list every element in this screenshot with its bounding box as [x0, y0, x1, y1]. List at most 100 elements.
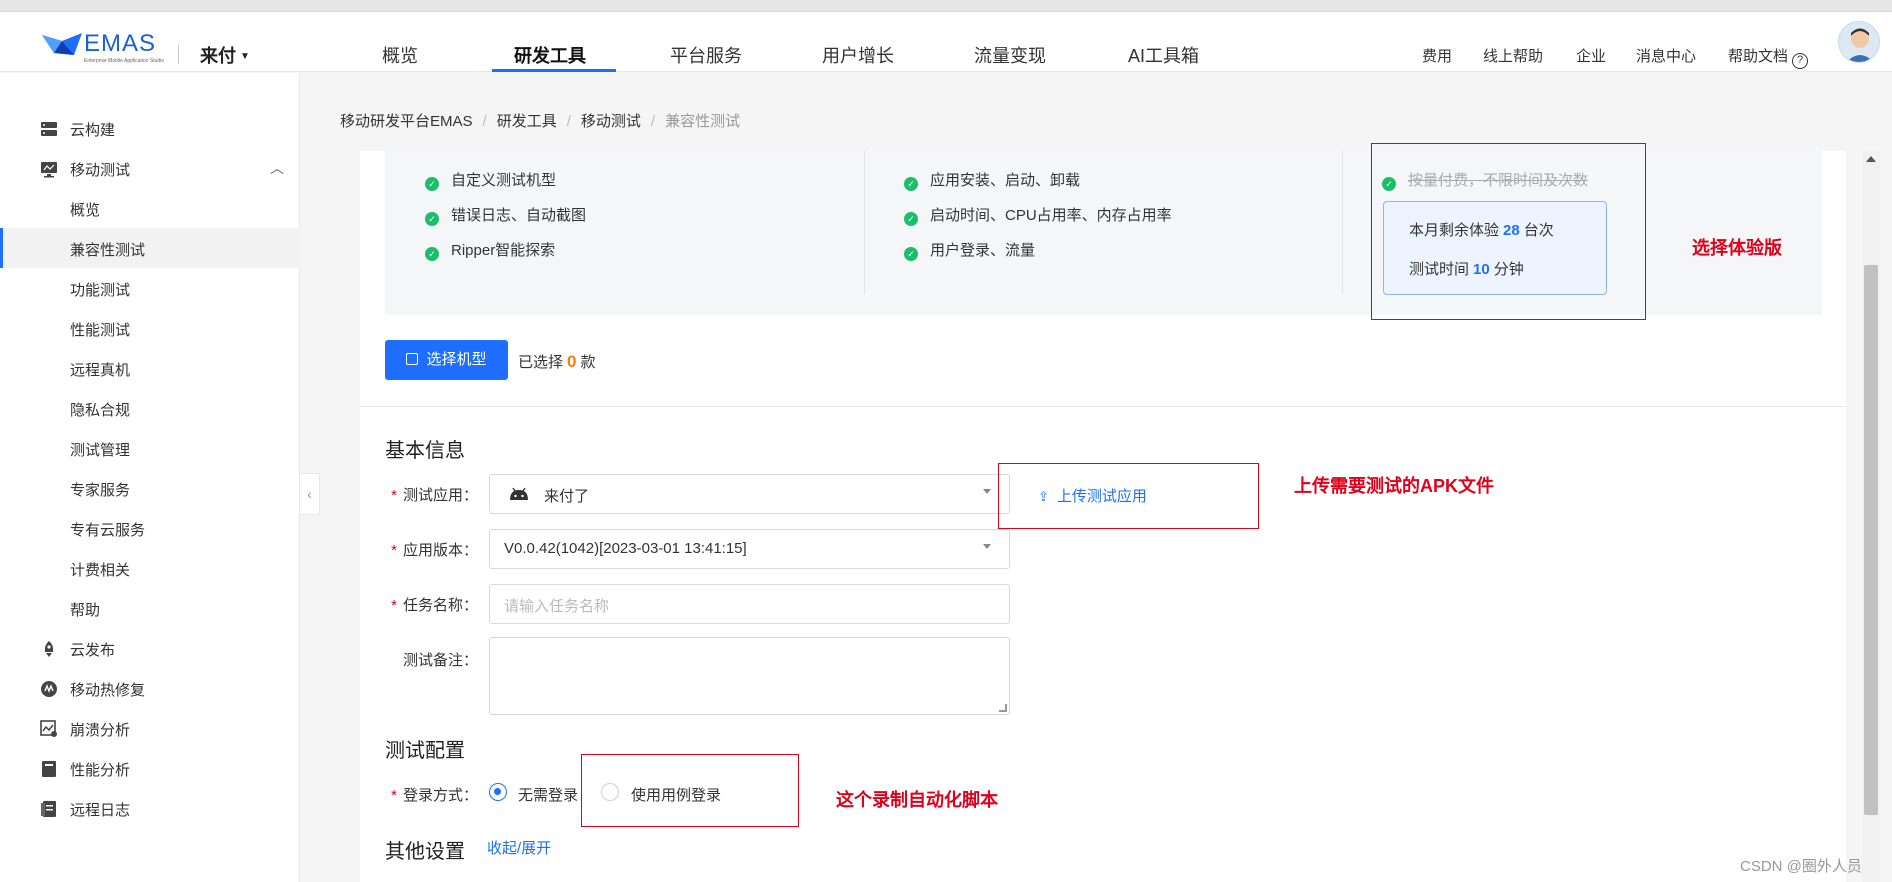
sidebar-collapse-button[interactable]: ‹	[300, 473, 320, 515]
sidebar-item-remote-log[interactable]: 远程日志	[0, 788, 300, 828]
required-asterisk: *	[391, 542, 397, 559]
sidebar-item-label: 性能测试	[70, 322, 131, 339]
sidebar-item-label: 移动测试	[70, 162, 131, 179]
sidebar-item-label: 帮助	[70, 602, 101, 619]
breadcrumb-item[interactable]: 移动测试	[581, 113, 641, 130]
sidebar-item-performance-test[interactable]: 性能测试	[0, 308, 300, 348]
breadcrumb: 移动研发平台EMAS / 研发工具 / 移动测试 / 兼容性测试	[340, 110, 740, 131]
rocket-icon	[44, 641, 54, 657]
hotfix-icon	[41, 681, 57, 697]
feature-item: ✓ 用户登录、流量	[904, 239, 1035, 261]
radio-no-login[interactable]	[489, 783, 507, 801]
breadcrumb-item[interactable]: 研发工具	[497, 113, 557, 130]
link-help-docs[interactable]: 帮助文档?	[1728, 45, 1809, 69]
nav-tab-platform-services[interactable]: 平台服务	[670, 42, 742, 68]
log-icon	[41, 801, 56, 817]
scrollbar-thumb[interactable]	[1864, 265, 1878, 815]
resize-handle-icon[interactable]	[999, 704, 1007, 712]
link-online-help[interactable]: 线上帮助	[1483, 45, 1543, 66]
app-switcher[interactable]: 来付 ▼	[200, 42, 250, 68]
nav-tab-user-growth[interactable]: 用户增长	[822, 42, 894, 68]
annotation-upload-note: 上传需要测试的APK文件	[1294, 476, 1495, 496]
sidebar-item-label: 计费相关	[70, 562, 131, 579]
sidebar-item-test-management[interactable]: 测试管理	[0, 428, 300, 468]
breadcrumb-separator: /	[650, 113, 656, 130]
selected-device-count: 已选择 0 款	[518, 352, 596, 371]
sidebar-item-mobile-testing[interactable]: 移动测试 ︿	[0, 148, 300, 188]
server-icon	[41, 122, 57, 136]
sidebar-item-billing[interactable]: 计费相关	[0, 548, 300, 588]
sidebar-item-label: 概览	[70, 202, 101, 219]
sidebar-item-functional-test[interactable]: 功能测试	[0, 268, 300, 308]
sidebar-item-hotfix[interactable]: 移动热修复	[0, 668, 300, 708]
required-asterisk: *	[391, 597, 397, 614]
chevron-up-icon[interactable]: ︿	[270, 158, 284, 178]
app-name: 来付	[200, 46, 236, 66]
link-message-center[interactable]: 消息中心	[1636, 45, 1696, 66]
sidebar-item-help[interactable]: 帮助	[0, 588, 300, 628]
sidebar-item-cloud-build[interactable]: 云构建	[0, 108, 300, 148]
sidebar-item-label: 移动热修复	[70, 682, 146, 699]
app-version-select[interactable]: V0.0.42(1042)[2023-03-01 13:41:15]	[489, 529, 1010, 569]
column-divider	[1342, 151, 1343, 295]
sidebar-item-cloud-release[interactable]: 云发布	[0, 628, 300, 668]
sidebar-item-crash-analysis[interactable]: 崩溃分析	[0, 708, 300, 748]
link-billing[interactable]: 费用	[1422, 45, 1452, 66]
user-avatar-icon	[1839, 22, 1879, 62]
sidebar-item-private-cloud[interactable]: 专有云服务	[0, 508, 300, 548]
dropdown-arrow-icon	[983, 489, 991, 494]
feature-item: ✓ 启动时间、CPU占用率、内存占用率	[904, 204, 1172, 226]
question-icon: ?	[1792, 53, 1809, 69]
remark-textarea[interactable]	[489, 637, 1010, 715]
annotation-box-script	[581, 754, 799, 827]
task-name-placeholder: 请输入任务名称	[504, 598, 610, 615]
select-device-button[interactable]: 选择机型	[385, 340, 508, 380]
sidebar-item-expert-service[interactable]: 专家服务	[0, 468, 300, 508]
nav-tab-ai-toolbox[interactable]: AI工具箱	[1128, 42, 1199, 68]
avatar[interactable]	[1838, 21, 1880, 63]
sidebar-item-privacy-compliance[interactable]: 隐私合规	[0, 388, 300, 428]
check-circle-icon: ✓	[425, 212, 439, 226]
sidebar-item-label: 功能测试	[70, 282, 131, 299]
logo-subtitle: Enterprise Mobile Application Studio	[84, 58, 165, 64]
sidebar-item-compatibility-test[interactable]: 兼容性测试	[0, 228, 300, 268]
nav-tab-dev-tools[interactable]: 研发工具	[514, 42, 586, 68]
sidebar-item-remote-device[interactable]: 远程真机	[0, 348, 300, 388]
section-title-test-config: 测试配置	[385, 740, 465, 762]
breadcrumb-item[interactable]: 移动研发平台EMAS	[340, 113, 473, 130]
breadcrumb-separator: /	[566, 113, 571, 130]
nav-tab-overview[interactable]: 概览	[382, 42, 418, 68]
test-app-select[interactable]: 来付了	[489, 474, 1010, 514]
scroll-up-arrow-icon[interactable]	[1866, 156, 1876, 162]
nav-tab-monetization[interactable]: 流量变现	[974, 42, 1046, 68]
feature-item: ✓ 错误日志、自动截图	[425, 204, 586, 226]
app-version-value: V0.0.42(1042)[2023-03-01 13:41:15]	[504, 540, 747, 557]
radio-no-login-label[interactable]: 无需登录	[518, 784, 578, 805]
crash-chart-icon	[40, 720, 57, 737]
toggle-other-settings[interactable]: 收起/展开	[487, 837, 551, 858]
section-title-other-settings: 其他设置	[385, 841, 465, 863]
monitor-icon	[41, 162, 57, 178]
help-docs-label: 帮助文档	[1728, 48, 1789, 65]
sidebar-item-label: 兼容性测试	[70, 242, 146, 259]
check-circle-icon: ✓	[904, 247, 918, 261]
sidebar-item-label: 云发布	[70, 642, 116, 659]
top-navbar: EMAS Enterprise Mobile Application Studi…	[0, 12, 1892, 72]
login-method-label: * 登录方式：	[391, 787, 478, 804]
link-enterprise[interactable]: 企业	[1576, 45, 1606, 66]
sidebar-item-label: 隐私合规	[70, 402, 131, 419]
sidebar-item-label: 崩溃分析	[70, 722, 131, 739]
dropdown-arrow-icon	[983, 544, 991, 549]
required-asterisk: *	[391, 787, 397, 804]
task-name-input[interactable]: 请输入任务名称	[489, 584, 1010, 624]
sidebar-item-performance-analysis[interactable]: 性能分析	[0, 748, 300, 788]
android-icon	[510, 487, 528, 500]
sidebar-item-overview[interactable]: 概览	[0, 188, 300, 228]
feature-item: ✓ 应用安装、启动、卸载	[904, 169, 1080, 191]
section-divider	[360, 406, 1846, 407]
browser-strip	[0, 0, 1892, 12]
annotation-box-trial	[1371, 143, 1646, 320]
section-title-basic-info: 基本信息	[385, 440, 465, 462]
test-app-value: 来付了	[544, 488, 590, 505]
check-circle-icon: ✓	[425, 247, 439, 261]
